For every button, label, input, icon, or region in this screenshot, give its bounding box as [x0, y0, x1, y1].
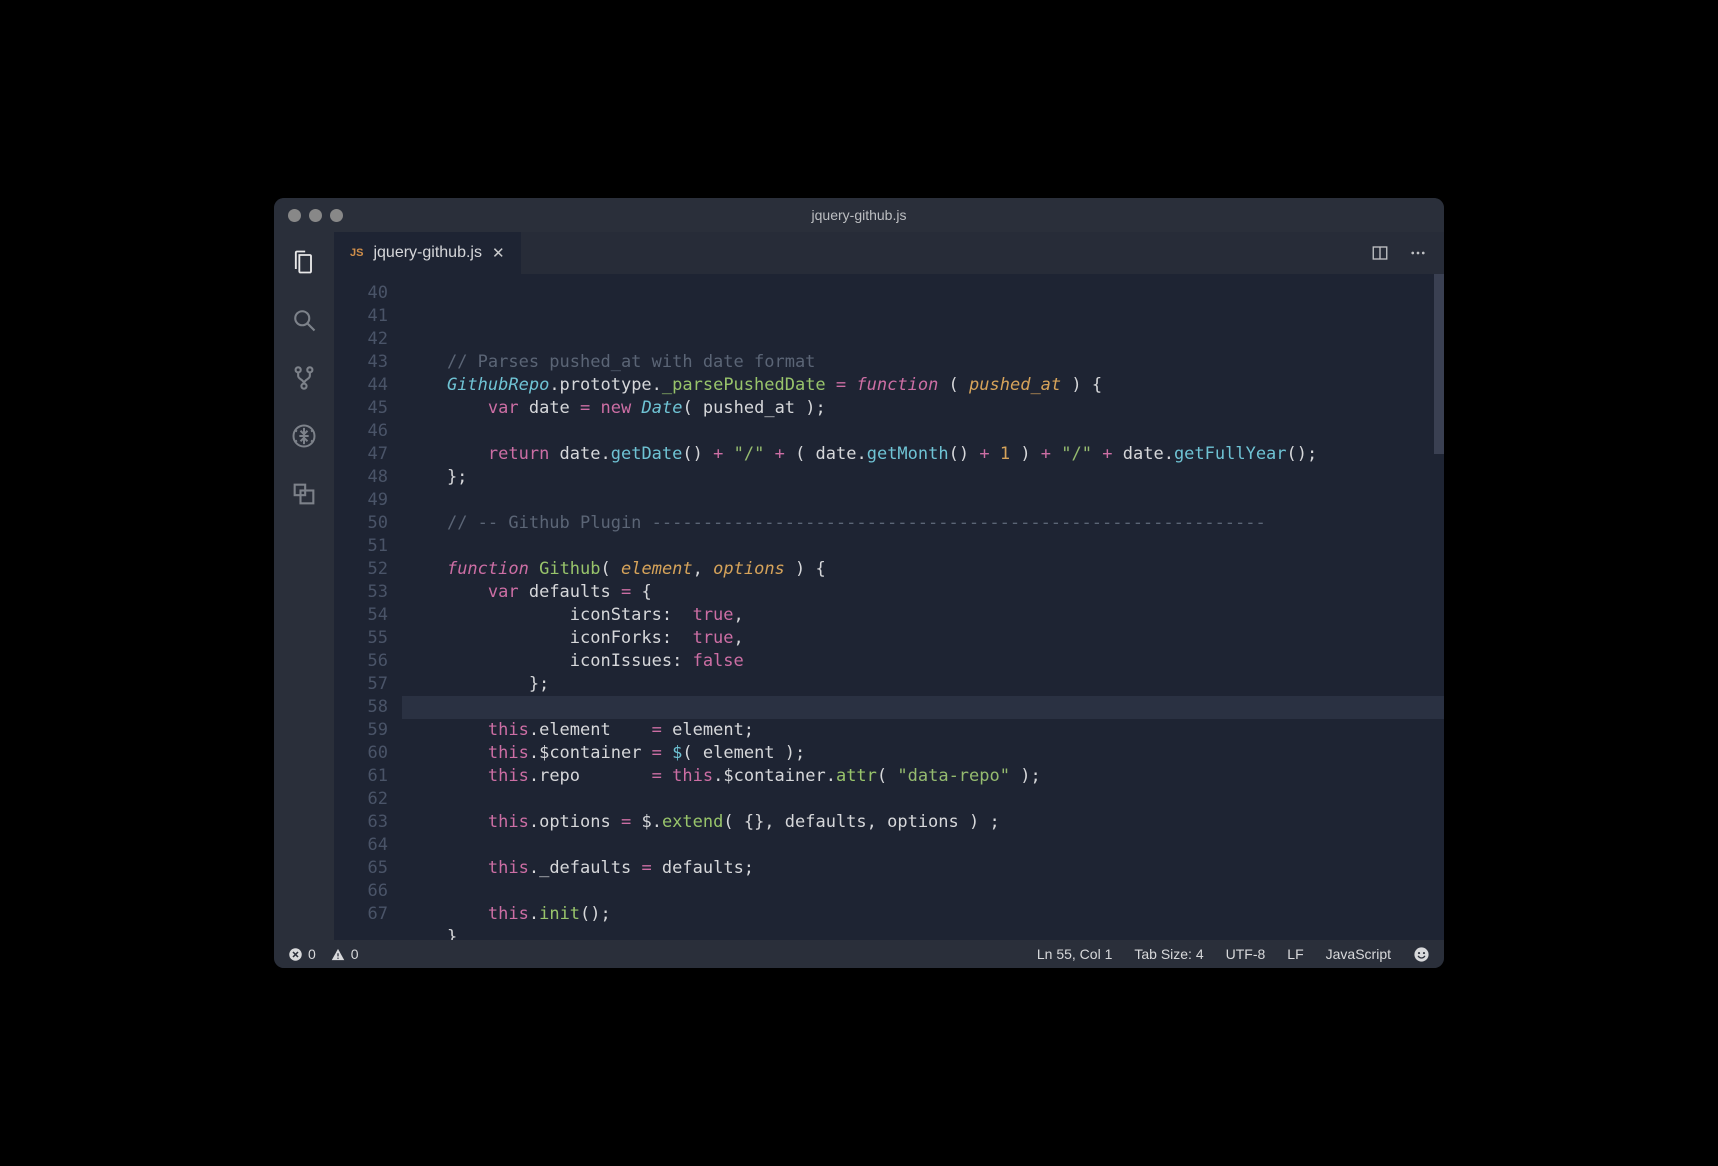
line-number: 46: [334, 420, 388, 443]
split-editor-icon[interactable]: [1370, 244, 1390, 262]
status-language[interactable]: JavaScript: [1326, 946, 1391, 962]
code-line[interactable]: this.$container = $( element );: [406, 742, 1444, 765]
file-lang-badge: JS: [350, 247, 363, 259]
code-line[interactable]: iconStars: true,: [406, 604, 1444, 627]
line-number: 44: [334, 374, 388, 397]
scrollbar-thumb[interactable]: [1434, 274, 1444, 454]
debug-icon[interactable]: [286, 418, 322, 454]
status-eol[interactable]: LF: [1287, 946, 1303, 962]
code-line[interactable]: return date.getDate() + "/" + ( date.get…: [406, 443, 1444, 466]
code-line[interactable]: [406, 420, 1444, 443]
error-icon: [288, 947, 303, 962]
code-editor[interactable]: 4041424344454647484950515253545556575859…: [334, 274, 1444, 940]
line-number: 54: [334, 604, 388, 627]
feedback-icon[interactable]: [1413, 946, 1430, 963]
code-line[interactable]: [406, 880, 1444, 903]
line-number: 60: [334, 742, 388, 765]
code-line[interactable]: [406, 489, 1444, 512]
code-line[interactable]: iconForks: true,: [406, 627, 1444, 650]
extensions-icon[interactable]: [286, 476, 322, 512]
code-line[interactable]: function Github( element, options ) {: [406, 558, 1444, 581]
line-number: 48: [334, 466, 388, 489]
status-bar: 0 0 Ln 55, Col 1 Tab Size: 4 UTF-8 LF Ja…: [274, 940, 1444, 968]
code-line[interactable]: this.options = $.extend( {}, defaults, o…: [406, 811, 1444, 834]
tab-jquery-github[interactable]: JS jquery-github.js ✕: [334, 232, 521, 274]
tab-bar: JS jquery-github.js ✕: [334, 232, 1444, 274]
source-control-icon[interactable]: [286, 360, 322, 396]
error-count: 0: [308, 946, 316, 962]
line-number: 50: [334, 512, 388, 535]
line-number: 55: [334, 627, 388, 650]
line-number: 58: [334, 696, 388, 719]
search-icon[interactable]: [286, 302, 322, 338]
line-number: 64: [334, 834, 388, 857]
line-number: 42: [334, 328, 388, 351]
code-line[interactable]: [402, 696, 1444, 719]
line-number: 47: [334, 443, 388, 466]
code-line[interactable]: // -- Github Plugin --------------------…: [406, 512, 1444, 535]
line-number: 66: [334, 880, 388, 903]
line-number: 45: [334, 397, 388, 420]
activity-bar: [274, 232, 334, 940]
warning-icon: [330, 947, 346, 962]
minimize-window-icon[interactable]: [309, 209, 322, 222]
explorer-icon[interactable]: [286, 244, 322, 280]
code-line[interactable]: GithubRepo.prototype._parsePushedDate = …: [406, 374, 1444, 397]
line-number: 40: [334, 282, 388, 305]
line-number: 57: [334, 673, 388, 696]
tab-actions: [1370, 232, 1444, 274]
status-tabsize[interactable]: Tab Size: 4: [1134, 946, 1203, 962]
editor-window: jquery-github.js JS: [274, 198, 1444, 968]
status-encoding[interactable]: UTF-8: [1226, 946, 1266, 962]
line-number: 67: [334, 903, 388, 926]
line-number: 41: [334, 305, 388, 328]
code-line[interactable]: };: [406, 466, 1444, 489]
line-number: 63: [334, 811, 388, 834]
code-content[interactable]: // Parses pushed_at with date format Git…: [406, 274, 1444, 940]
line-number: 53: [334, 581, 388, 604]
code-line[interactable]: // Parses pushed_at with date format: [406, 351, 1444, 374]
code-line[interactable]: this.repo = this.$container.attr( "data-…: [406, 765, 1444, 788]
code-line[interactable]: var date = new Date( pushed_at );: [406, 397, 1444, 420]
line-number: 62: [334, 788, 388, 811]
line-number: 43: [334, 351, 388, 374]
code-line[interactable]: [406, 834, 1444, 857]
close-window-icon[interactable]: [288, 209, 301, 222]
status-warnings[interactable]: 0: [330, 946, 359, 962]
status-cursor[interactable]: Ln 55, Col 1: [1037, 946, 1113, 962]
line-gutter: 4041424344454647484950515253545556575859…: [334, 274, 406, 940]
line-number: 59: [334, 719, 388, 742]
code-line[interactable]: this._defaults = defaults;: [406, 857, 1444, 880]
line-number: 49: [334, 489, 388, 512]
code-line[interactable]: [406, 535, 1444, 558]
window-title: jquery-github.js: [274, 207, 1444, 223]
code-line[interactable]: };: [406, 673, 1444, 696]
close-tab-icon[interactable]: ✕: [492, 244, 505, 262]
editor-area: JS jquery-github.js ✕ 404142434445464748…: [334, 232, 1444, 940]
line-number: 56: [334, 650, 388, 673]
tab-filename: jquery-github.js: [373, 244, 482, 262]
titlebar: jquery-github.js: [274, 198, 1444, 232]
line-number: 61: [334, 765, 388, 788]
code-line[interactable]: iconIssues: false: [406, 650, 1444, 673]
code-line[interactable]: var defaults = {: [406, 581, 1444, 604]
line-number: 65: [334, 857, 388, 880]
line-number: 52: [334, 558, 388, 581]
code-line[interactable]: [406, 788, 1444, 811]
warning-count: 0: [351, 946, 359, 962]
code-line[interactable]: }: [406, 926, 1444, 940]
window-controls[interactable]: [288, 209, 343, 222]
line-number: 51: [334, 535, 388, 558]
status-errors[interactable]: 0: [288, 946, 316, 962]
more-actions-icon[interactable]: [1408, 244, 1428, 262]
zoom-window-icon[interactable]: [330, 209, 343, 222]
code-line[interactable]: this.element = element;: [406, 719, 1444, 742]
code-line[interactable]: this.init();: [406, 903, 1444, 926]
